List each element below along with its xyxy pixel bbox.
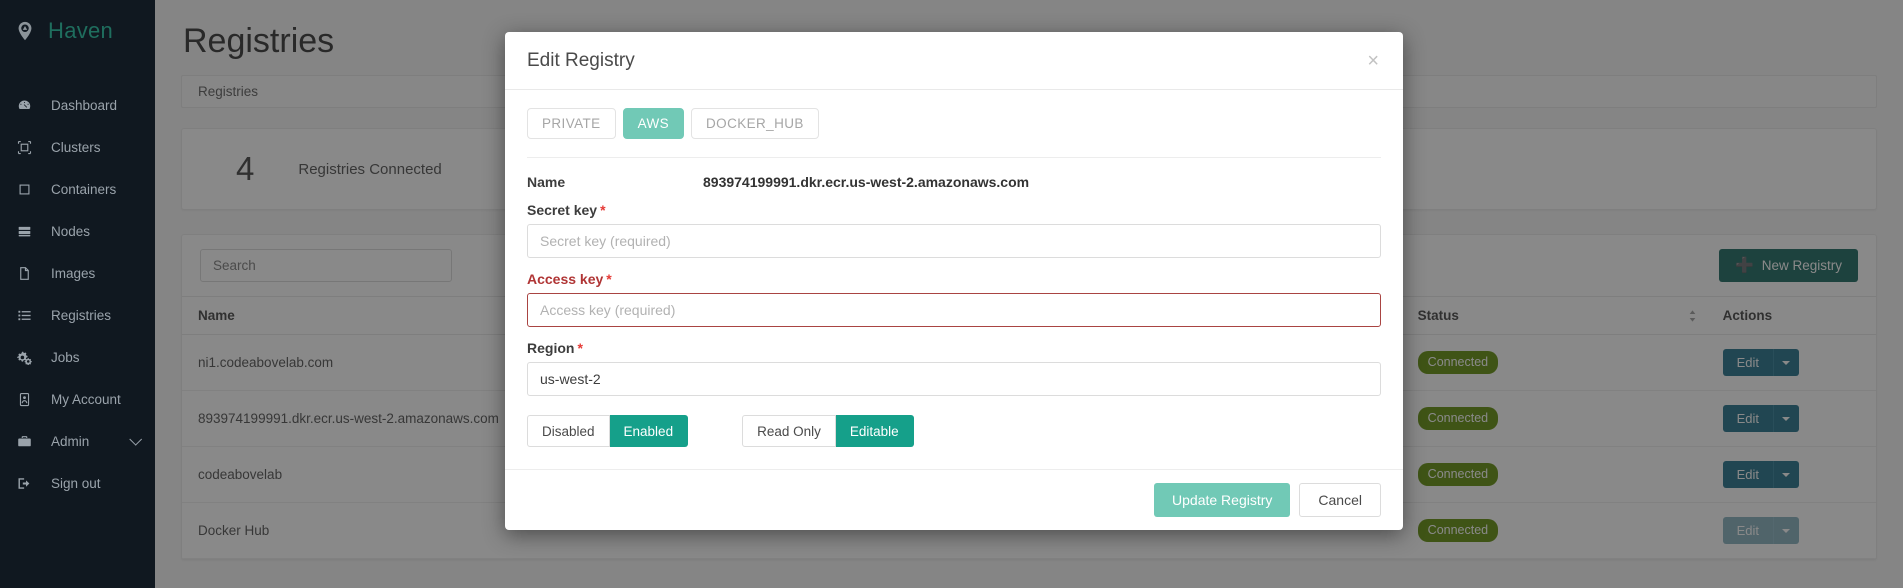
- toggle-disabled[interactable]: Disabled: [527, 415, 610, 447]
- region-input[interactable]: [527, 362, 1381, 396]
- dashboard-icon: [16, 97, 33, 114]
- map-pin-icon: [14, 20, 36, 42]
- sidebar-item-registries[interactable]: Registries: [0, 294, 155, 336]
- sidebar-item-clusters[interactable]: Clusters: [0, 126, 155, 168]
- region-field: Region*: [527, 340, 1381, 396]
- sidebar-item-label: Registries: [51, 308, 111, 323]
- toggle-editable[interactable]: Editable: [836, 415, 914, 447]
- access-key-label: Access key*: [527, 271, 1381, 287]
- sidebar-item-images[interactable]: Images: [0, 252, 155, 294]
- update-registry-button[interactable]: Update Registry: [1154, 483, 1290, 517]
- toggle-read-only[interactable]: Read Only: [742, 415, 836, 447]
- sidebar-item-admin[interactable]: Admin: [0, 420, 155, 462]
- modal-footer: Update Registry Cancel: [505, 469, 1403, 530]
- editable-toggle-group: Read Only Editable: [742, 415, 914, 447]
- secret-key-label: Secret key*: [527, 202, 1381, 218]
- server-icon: [16, 223, 33, 240]
- required-marker: *: [606, 271, 611, 287]
- sidebar-item-sign-out[interactable]: Sign out: [0, 462, 155, 504]
- sidebar-item-label: Dashboard: [51, 98, 117, 113]
- toggle-enabled[interactable]: Enabled: [610, 415, 689, 447]
- region-label-text: Region: [527, 340, 574, 356]
- sign-out-icon: [16, 475, 33, 492]
- access-key-label-text: Access key: [527, 271, 603, 287]
- tab-aws[interactable]: AWS: [623, 108, 684, 139]
- sidebar-item-label: Nodes: [51, 224, 90, 239]
- secret-key-input[interactable]: [527, 224, 1381, 258]
- close-icon[interactable]: ×: [1363, 49, 1383, 73]
- sidebar-item-label: Sign out: [51, 476, 101, 491]
- modal-header: Edit Registry ×: [505, 32, 1403, 90]
- edit-registry-modal: Edit Registry × PRIVATE AWS DOCKER_HUB N…: [505, 32, 1403, 530]
- sidebar-item-label: Clusters: [51, 140, 101, 155]
- modal-body: PRIVATE AWS DOCKER_HUB Name 893974199991…: [505, 90, 1403, 469]
- region-label: Region*: [527, 340, 1381, 356]
- sidebar-item-label: Containers: [51, 182, 116, 197]
- enabled-toggle-group: Disabled Enabled: [527, 415, 688, 447]
- sidebar-item-dashboard[interactable]: Dashboard: [0, 84, 155, 126]
- sidebar-item-label: Images: [51, 266, 95, 281]
- sidebar-item-label: Admin: [51, 434, 89, 449]
- registry-name-label: Name: [527, 174, 703, 190]
- registry-name-value: 893974199991.dkr.ecr.us-west-2.amazonaws…: [703, 174, 1029, 190]
- list-icon: [16, 307, 33, 324]
- sidebar-item-containers[interactable]: Containers: [0, 168, 155, 210]
- registry-type-tabs: PRIVATE AWS DOCKER_HUB: [527, 108, 1381, 157]
- tab-private[interactable]: PRIVATE: [527, 108, 616, 139]
- chevron-down-icon[interactable]: [129, 433, 142, 446]
- sidebar-item-label: My Account: [51, 392, 121, 407]
- sidebar-item-jobs[interactable]: Jobs: [0, 336, 155, 378]
- access-key-input[interactable]: [527, 293, 1381, 327]
- tab-docker-hub[interactable]: DOCKER_HUB: [691, 108, 819, 139]
- id-card-icon: [16, 391, 33, 408]
- required-marker: *: [600, 202, 605, 218]
- required-marker: *: [577, 340, 582, 356]
- cogs-icon: [16, 349, 33, 366]
- registry-name-row: Name 893974199991.dkr.ecr.us-west-2.amaz…: [527, 158, 1381, 202]
- clusters-icon: [16, 139, 33, 156]
- access-key-field: Access key*: [527, 271, 1381, 327]
- file-icon: [16, 265, 33, 282]
- brand[interactable]: Haven: [0, 0, 155, 62]
- secret-key-field: Secret key*: [527, 202, 1381, 258]
- sidebar-nav: Dashboard Clusters Containers: [0, 84, 155, 504]
- briefcase-icon: [16, 433, 33, 450]
- app-root: Haven Dashboard Clusters: [0, 0, 1903, 588]
- brand-name: Haven: [48, 18, 113, 44]
- sidebar: Haven Dashboard Clusters: [0, 0, 155, 588]
- sidebar-item-label: Jobs: [51, 350, 80, 365]
- sidebar-item-my-account[interactable]: My Account: [0, 378, 155, 420]
- cancel-button[interactable]: Cancel: [1299, 483, 1381, 517]
- modal-toggles: Disabled Enabled Read Only Editable: [527, 409, 1381, 467]
- container-icon: [16, 181, 33, 198]
- sidebar-item-nodes[interactable]: Nodes: [0, 210, 155, 252]
- secret-key-label-text: Secret key: [527, 202, 597, 218]
- modal-title: Edit Registry: [527, 50, 635, 72]
